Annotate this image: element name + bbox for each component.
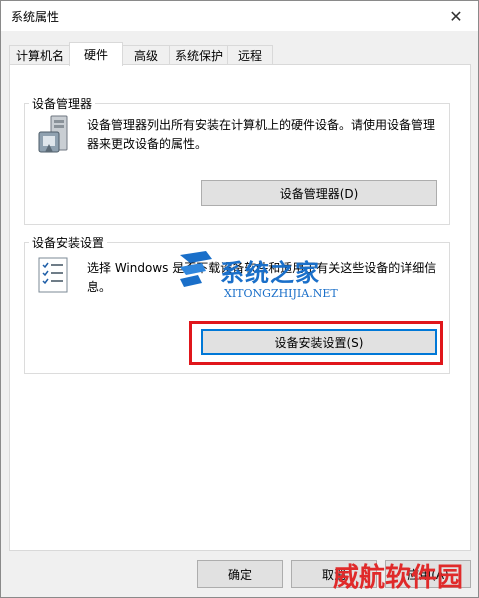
device-manager-icon bbox=[38, 115, 68, 153]
hardware-tab-panel: 设备管理器 设备管理器列出所有安装在计算机上的硬件设备。请使用设备管理器来更改设… bbox=[9, 64, 471, 551]
watermark-site-cn: 系统之家 bbox=[220, 258, 320, 287]
device-manager-group-label: 设备管理器 bbox=[29, 95, 96, 112]
device-install-group-label: 设备安装设置 bbox=[29, 234, 108, 251]
watermark-site-en: XITONGZHIJIA.NET bbox=[224, 287, 338, 300]
close-button[interactable]: ✕ bbox=[434, 1, 478, 31]
device-install-settings-button[interactable]: 设备安装设置(S) bbox=[201, 329, 437, 355]
title-bar: 系统属性 ✕ bbox=[1, 1, 478, 31]
tab-remote[interactable]: 远程 bbox=[227, 45, 273, 65]
window-title: 系统属性 bbox=[11, 10, 60, 24]
tab-computer-name[interactable]: 计算机名 bbox=[9, 45, 71, 65]
tab-strip: 计算机名 硬件 高级 系统保护 远程 bbox=[9, 42, 469, 66]
tab-advanced[interactable]: 高级 bbox=[121, 45, 171, 65]
site-logo-icon bbox=[180, 251, 212, 287]
device-manager-button[interactable]: 设备管理器(D) bbox=[201, 180, 437, 206]
close-icon: ✕ bbox=[449, 6, 463, 26]
tab-system-protection[interactable]: 系统保护 bbox=[169, 45, 229, 65]
device-manager-group: 设备管理器 设备管理器列出所有安装在计算机上的硬件设备。请使用设备管理器来更改设… bbox=[24, 95, 450, 225]
device-manager-description: 设备管理器列出所有安装在计算机上的硬件设备。请使用设备管理器来更改设备的属性。 bbox=[87, 118, 436, 151]
checklist-icon bbox=[38, 257, 68, 293]
ok-button[interactable]: 确定 bbox=[197, 560, 283, 588]
system-properties-window: 系统属性 ✕ 计算机名 硬件 高级 系统保护 远程 设备管理器 设备管理器列出所… bbox=[0, 0, 479, 598]
watermark-corner: 威航软件园 bbox=[333, 563, 464, 593]
tab-hardware[interactable]: 硬件 bbox=[69, 42, 123, 66]
